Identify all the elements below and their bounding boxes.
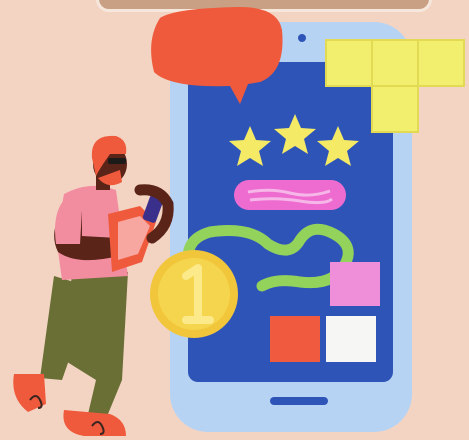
phone-home-bar [270, 397, 328, 405]
block [325, 39, 373, 87]
person [13, 135, 174, 436]
white-tile [326, 316, 376, 362]
block [371, 39, 419, 87]
illustration-stage [0, 0, 469, 440]
pill-shape [234, 180, 346, 210]
block [371, 85, 419, 133]
medal [150, 250, 238, 338]
pink-tile [330, 262, 380, 306]
phone-camera [298, 34, 306, 42]
sunglasses-icon [108, 158, 126, 164]
block [417, 39, 465, 87]
illustration [13, 7, 465, 436]
text-pill [234, 180, 346, 210]
red-tile [270, 316, 320, 362]
